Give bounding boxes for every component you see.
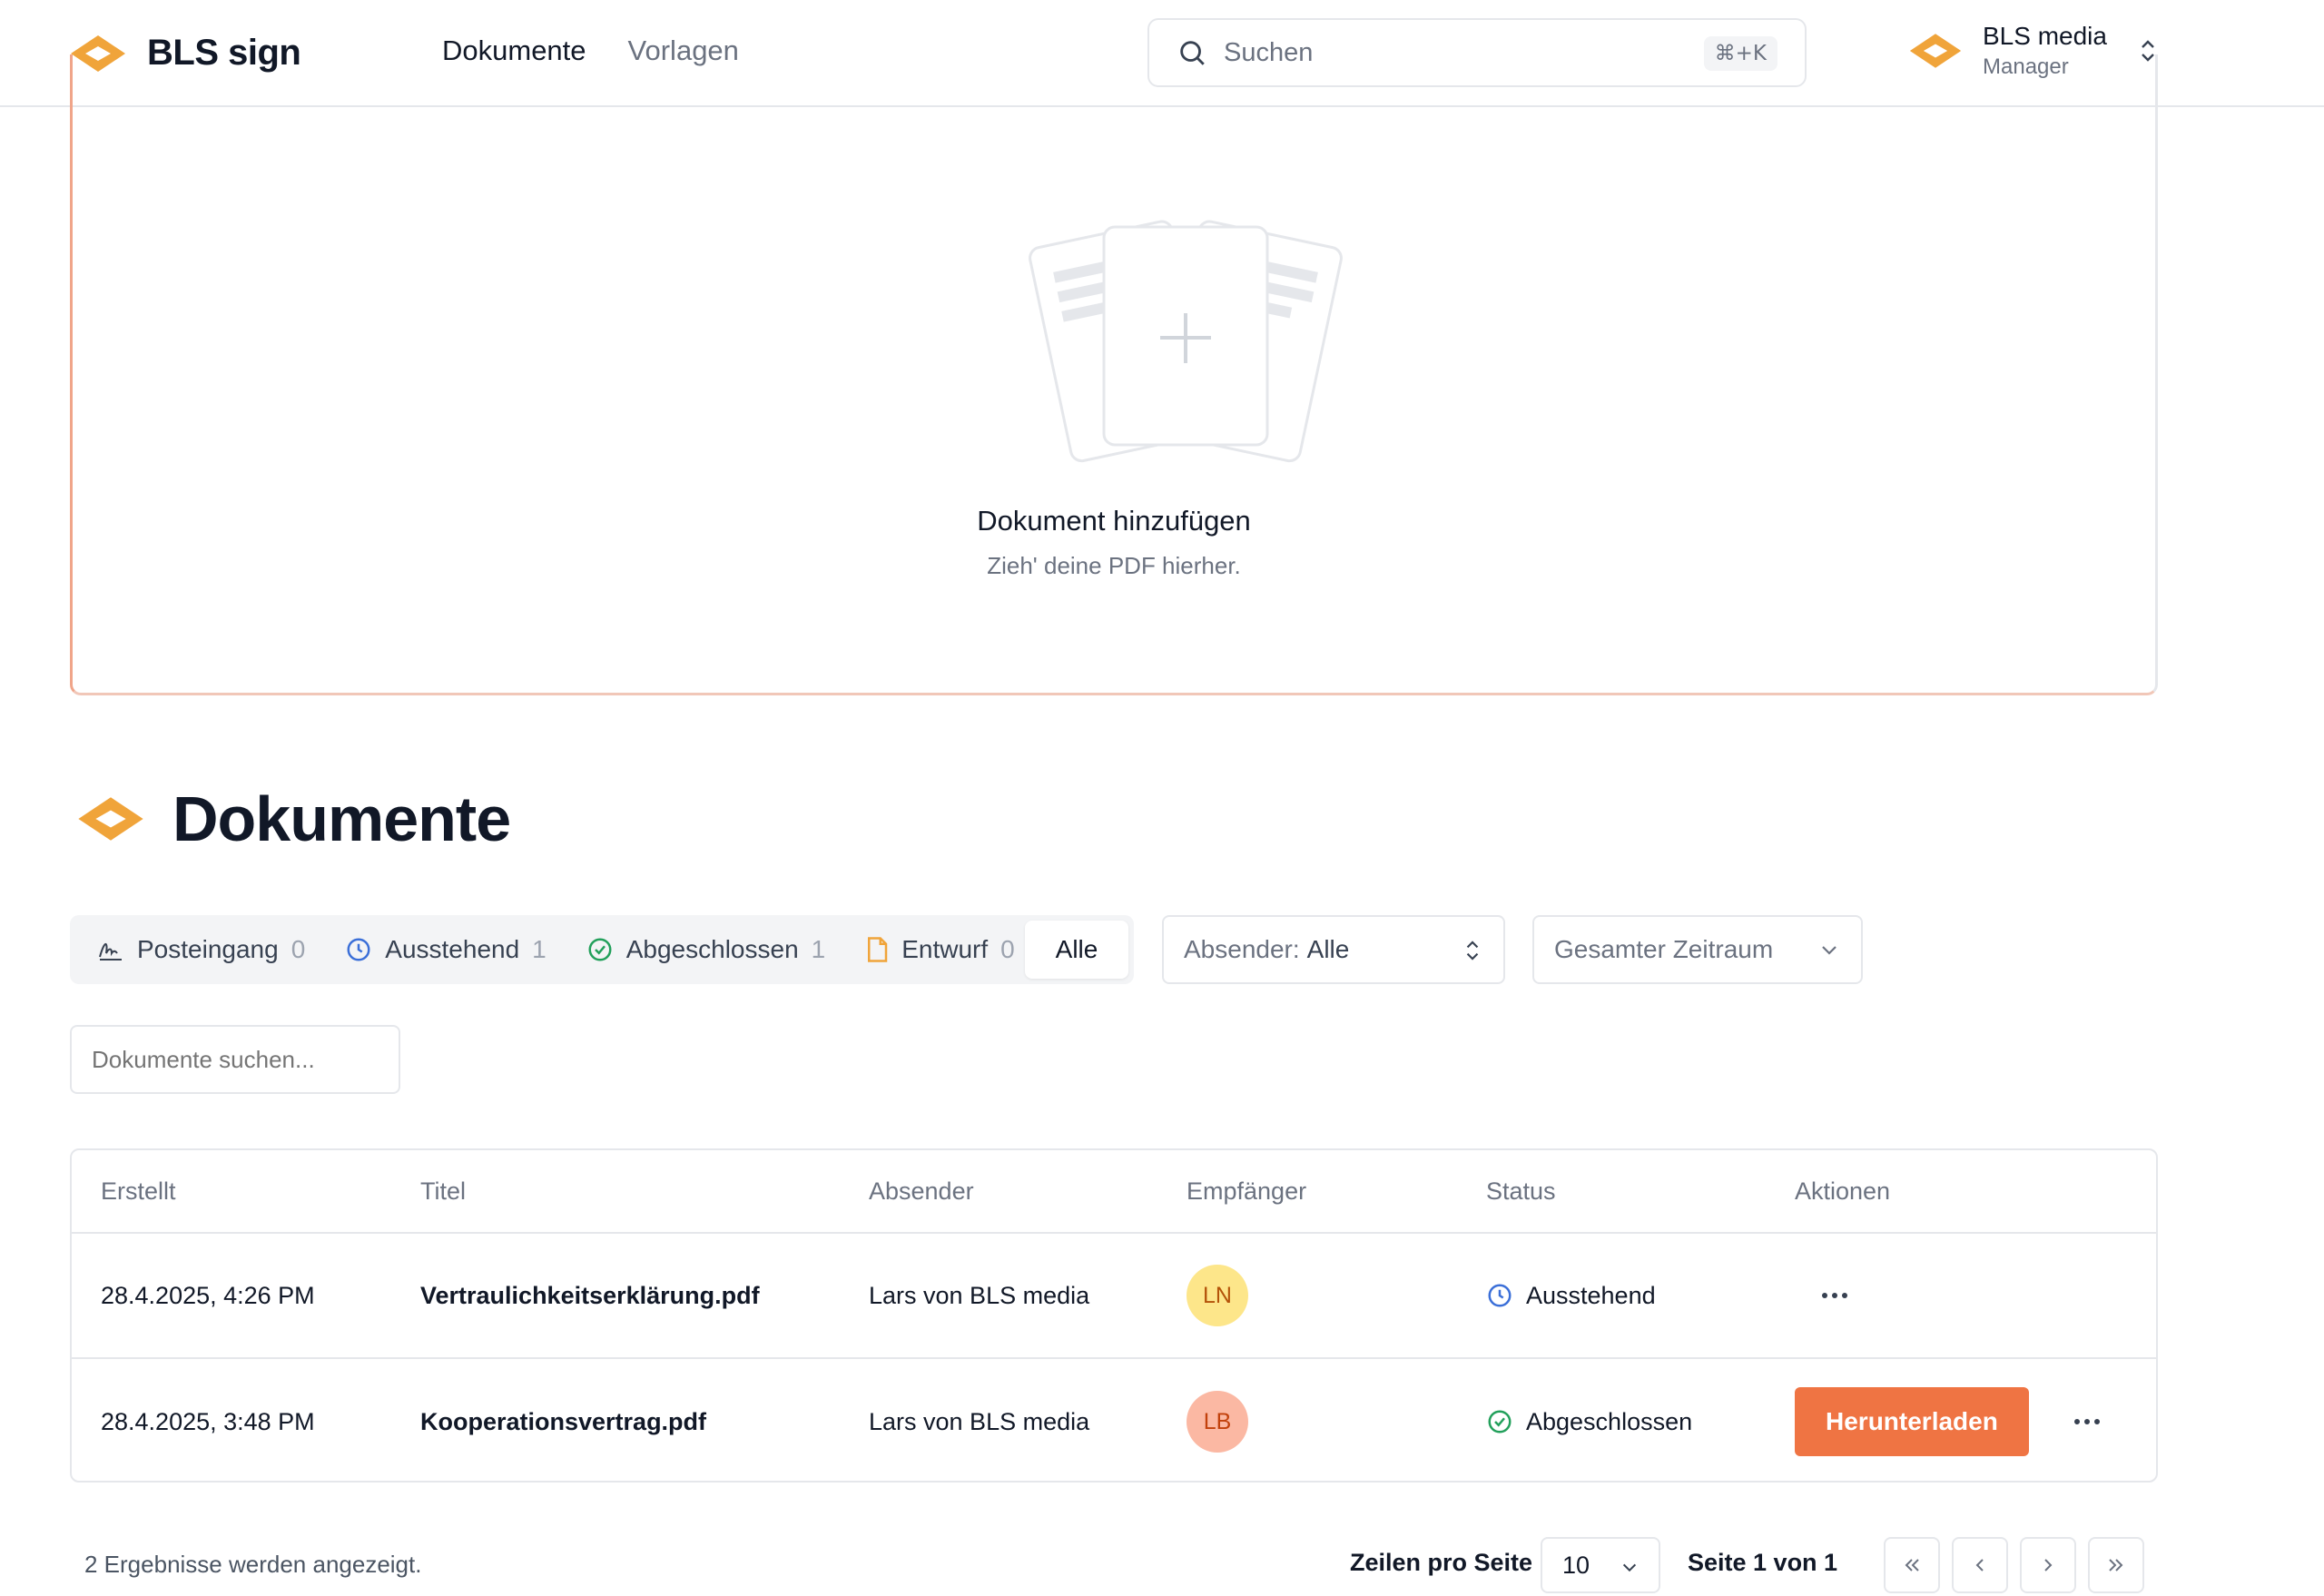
chevrons-right-icon — [2109, 1559, 2123, 1571]
file-icon — [868, 937, 888, 962]
created-date: 28.4.2025, 4:26 PM — [101, 1281, 315, 1309]
chevron-up-down-icon — [1466, 941, 1479, 961]
header-absender[interactable]: Absender — [869, 1150, 974, 1232]
page-title: Dokumente — [172, 783, 511, 854]
status-badge: Ausstehend — [1486, 1282, 1656, 1310]
chevron-down-icon — [1622, 1563, 1637, 1572]
rows-per-page-select[interactable]: 10 — [1541, 1537, 1660, 1593]
sender-name: Lars von BLS media — [869, 1281, 1090, 1309]
page-heading: Dokumente — [76, 783, 511, 855]
chevron-down-icon — [1822, 946, 1837, 955]
dropzone-subtitle: Zieh' deine PDF hierher. — [987, 552, 1241, 579]
chevrons-left-icon — [1905, 1559, 1919, 1571]
previous-page-button[interactable] — [1952, 1537, 2008, 1593]
header-empfaenger[interactable]: Empfänger — [1187, 1150, 1306, 1232]
tab-abgeschlossen[interactable]: Abgeschlossen 1 — [586, 935, 825, 964]
clock-icon — [1488, 1284, 1512, 1307]
document-search-input[interactable] — [70, 1025, 400, 1094]
table-row[interactable]: 28.4.2025, 4:26 PM Vertraulichkeitserklä… — [72, 1234, 2156, 1359]
period-filter-select[interactable]: Gesamter Zeitraum — [1532, 915, 1863, 984]
first-page-button[interactable] — [1884, 1537, 1940, 1593]
sender-name: Lars von BLS media — [869, 1407, 1090, 1435]
status-filter-tabs: Posteingang 0 Ausstehend 1 Abgeschlossen… — [70, 915, 1134, 984]
table-header: Erstellt Titel Absender Empfänger Status… — [72, 1150, 2156, 1234]
chevron-left-icon — [1975, 1559, 1984, 1571]
bls-logo-icon — [78, 797, 143, 841]
add-document-illustration — [1029, 220, 1343, 463]
next-page-button[interactable] — [2020, 1537, 2076, 1593]
page-info: Seite 1 von 1 — [1688, 1549, 1838, 1576]
table-row[interactable]: 28.4.2025, 3:48 PM Kooperationsvertrag.p… — [72, 1359, 2156, 1484]
tab-entwurf[interactable]: Entwurf 0 — [865, 935, 1015, 964]
more-actions-icon[interactable] — [1795, 1284, 1875, 1307]
clock-icon — [347, 938, 370, 961]
chevron-right-icon — [2044, 1559, 2053, 1571]
tab-ausstehend[interactable]: Ausstehend 1 — [345, 935, 547, 964]
download-button[interactable]: Herunterladen — [1795, 1387, 2029, 1456]
results-count: 2 Ergebnisse werden angezeigt. — [84, 1551, 422, 1578]
recipient-avatar[interactable]: LB — [1187, 1391, 1248, 1453]
check-circle-icon — [588, 938, 612, 961]
header-titel[interactable]: Titel — [420, 1150, 466, 1232]
header-aktionen: Aktionen — [1795, 1177, 1891, 1205]
documents-table: Erstellt Titel Absender Empfänger Status… — [70, 1148, 2158, 1483]
dropzone-title: Dokument hinzufügen — [977, 505, 1251, 537]
more-actions-icon[interactable] — [2047, 1410, 2127, 1433]
last-page-button[interactable] — [2088, 1537, 2144, 1593]
check-circle-icon — [1488, 1410, 1512, 1433]
document-title[interactable]: Vertraulichkeitserklärung.pdf — [420, 1234, 760, 1357]
recipient-avatar[interactable]: LN — [1187, 1265, 1248, 1326]
rows-per-page-label: Zeilen pro Seite — [1350, 1549, 1533, 1576]
signature-icon — [99, 943, 122, 961]
status-badge: Abgeschlossen — [1486, 1408, 1692, 1436]
header-erstellt[interactable]: Erstellt — [101, 1150, 176, 1232]
header-status[interactable]: Status — [1486, 1150, 1556, 1232]
document-title[interactable]: Kooperationsvertrag.pdf — [420, 1359, 706, 1484]
document-dropzone[interactable]: Dokument hinzufügen Zieh' deine PDF hier… — [70, 54, 2158, 695]
account-name: BLS media — [1983, 22, 2107, 50]
sender-filter-select[interactable]: Absender: Alle — [1162, 915, 1505, 984]
tab-alle[interactable]: Alle — [1025, 921, 1128, 979]
created-date: 28.4.2025, 3:48 PM — [101, 1407, 315, 1435]
tab-posteingang[interactable]: Posteingang 0 — [97, 935, 305, 964]
